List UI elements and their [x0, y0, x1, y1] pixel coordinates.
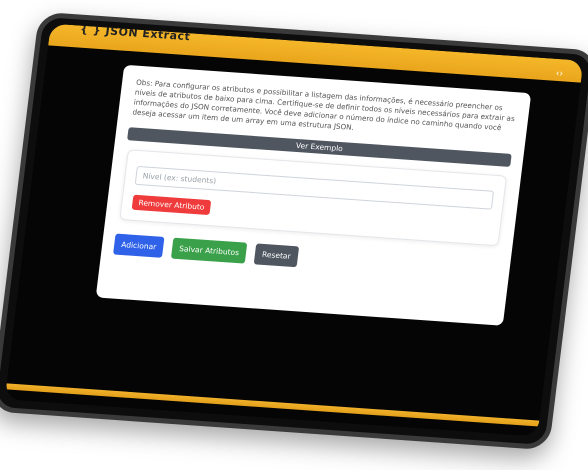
reset-button[interactable]: Resetar — [253, 243, 299, 268]
app-screen: { } JSON Extract ‹› Obs: Para configurar… — [4, 23, 584, 437]
add-button[interactable]: Adicionar — [113, 233, 165, 258]
app-title: { } JSON Extract — [79, 23, 192, 44]
settings-card: Obs: Para configurar os atributos e poss… — [95, 64, 532, 326]
attributes-panel: Remover Atributo — [119, 148, 508, 247]
tablet-frame: { } JSON Extract ‹› Obs: Para configurar… — [0, 11, 588, 451]
bottom-accent-bar — [5, 383, 540, 427]
remove-attribute-button[interactable]: Remover Atributo — [131, 194, 212, 215]
save-attributes-button[interactable]: Salvar Atributos — [171, 237, 248, 264]
code-icon[interactable]: ‹› — [555, 69, 566, 80]
